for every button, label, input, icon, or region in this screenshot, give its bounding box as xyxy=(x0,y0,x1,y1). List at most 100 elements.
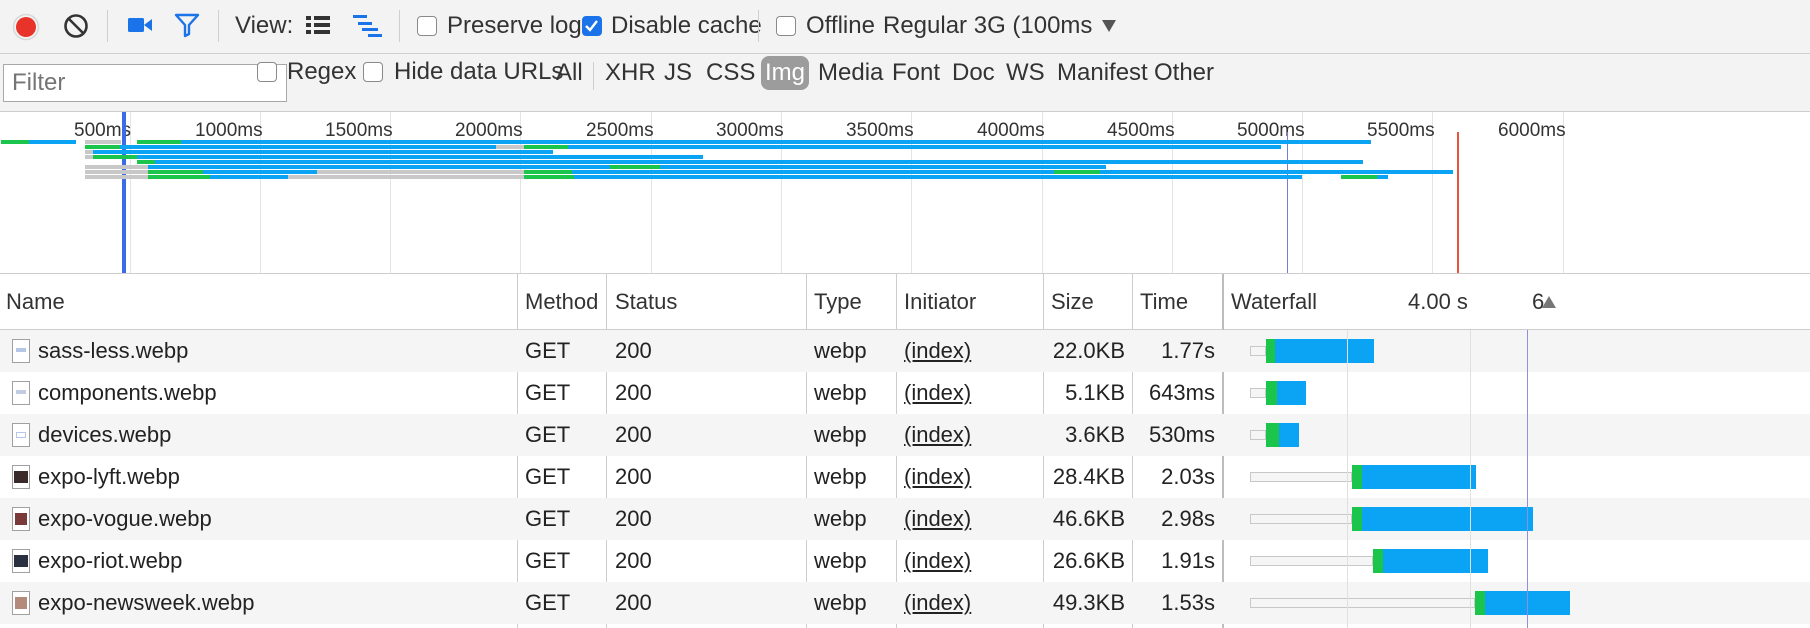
waterfall-view-button[interactable] xyxy=(352,11,384,39)
table-row[interactable]: expo-lyft.webp GET 200 webp (index) 28.4… xyxy=(0,456,1810,498)
overview-bar xyxy=(660,165,1106,169)
list-view-button[interactable] xyxy=(305,13,331,37)
column-header-time[interactable]: Time xyxy=(1140,274,1188,330)
request-initiator[interactable]: (index) xyxy=(904,414,971,456)
overview-bar xyxy=(148,170,203,174)
regex-label[interactable]: Regex xyxy=(287,58,356,86)
column-header-initiator[interactable]: Initiator xyxy=(904,274,976,330)
waterfall-download xyxy=(1279,423,1299,447)
hide-data-urls-label[interactable]: Hide data URLs xyxy=(394,58,563,86)
request-initiator[interactable]: (index) xyxy=(904,540,971,582)
column-header-waterfall[interactable]: Waterfall xyxy=(1231,274,1317,330)
request-status: 200 xyxy=(615,422,652,447)
overview-bar xyxy=(524,170,572,174)
image-thumbnail-icon xyxy=(12,591,30,615)
filter-type-js[interactable]: JS xyxy=(660,56,696,90)
table-row[interactable]: expo-vogue.webp GET 200 webp (index) 46.… xyxy=(0,498,1810,540)
waterfall-queue xyxy=(1250,514,1352,524)
filter-type-media[interactable]: Media xyxy=(814,56,887,90)
table-row[interactable]: devices.webp GET 200 webp (index) 3.6KB … xyxy=(0,414,1810,456)
waterfall-grid-line xyxy=(1347,330,1348,628)
overview-bar xyxy=(137,160,155,164)
request-initiator[interactable]: (index) xyxy=(904,498,971,540)
disable-cache-label[interactable]: Disable cache xyxy=(611,12,762,40)
overview-bar xyxy=(85,150,93,154)
overview-bar xyxy=(85,170,148,174)
waterfall-view-icon xyxy=(353,15,382,37)
request-size: 49.3KB xyxy=(1052,590,1125,615)
overview-bar xyxy=(148,165,610,169)
overview-bar xyxy=(317,170,524,174)
filter-icon xyxy=(174,13,200,38)
filter-type-ws[interactable]: WS xyxy=(1002,56,1049,90)
network-overview[interactable]: 500ms 1000ms 1500ms 2000ms 2500ms 3000ms… xyxy=(0,112,1810,274)
filter-toggle-button[interactable] xyxy=(174,12,200,38)
view-label: View: xyxy=(235,12,294,39)
column-header-size[interactable]: Size xyxy=(1051,274,1094,330)
offline-label[interactable]: Offline xyxy=(806,12,875,40)
request-size: 22.0KB xyxy=(1052,338,1125,363)
request-type: webp xyxy=(814,464,867,489)
load-marker xyxy=(1457,132,1459,273)
checkmark-icon xyxy=(585,20,598,32)
record-button[interactable] xyxy=(12,13,40,41)
offline-checkbox[interactable] xyxy=(776,16,796,36)
request-status: 200 xyxy=(615,464,652,489)
disable-cache-checkbox[interactable] xyxy=(582,16,602,36)
overview-tick: 5000ms xyxy=(1237,120,1305,141)
filter-type-font[interactable]: Font xyxy=(888,56,944,90)
image-thumbnail-icon xyxy=(12,381,30,405)
timeline-marker xyxy=(1287,132,1288,273)
table-row[interactable]: expo-newsweek.webp GET 200 webp (index) … xyxy=(0,582,1810,624)
request-initiator[interactable]: (index) xyxy=(904,330,971,372)
request-method: GET xyxy=(525,548,571,573)
filter-type-other[interactable]: Other xyxy=(1150,56,1218,90)
request-initiator[interactable]: (index) xyxy=(904,456,971,498)
waterfall-grid-line xyxy=(1470,330,1471,628)
filter-divider xyxy=(593,62,594,90)
filter-type-css[interactable]: CSS xyxy=(702,56,759,90)
request-type: webp xyxy=(814,422,867,447)
screenshot-button[interactable] xyxy=(127,14,153,36)
waterfall-download xyxy=(1277,381,1306,405)
table-row[interactable]: components.webp GET 200 webp (index) 5.1… xyxy=(0,372,1810,414)
request-initiator[interactable]: (index) xyxy=(904,372,971,414)
hide-data-urls-checkbox[interactable] xyxy=(363,62,383,82)
request-name: expo-lyft.webp xyxy=(38,464,180,489)
column-header-status[interactable]: Status xyxy=(615,274,677,330)
request-status: 200 xyxy=(615,590,652,615)
overview-tick: 1000ms xyxy=(195,120,263,141)
table-row[interactable]: expo-riot.webp GET 200 webp (index) 26.6… xyxy=(0,540,1810,582)
overview-tick: 2500ms xyxy=(586,120,654,141)
request-time: 1.91s xyxy=(1161,548,1215,573)
clear-button[interactable] xyxy=(63,13,89,39)
request-type: webp xyxy=(814,380,867,405)
toolbar-divider xyxy=(107,10,108,42)
filter-type-doc[interactable]: Doc xyxy=(948,56,999,90)
filter-type-img[interactable]: Img xyxy=(761,56,810,90)
request-type: webp xyxy=(814,548,867,573)
filter-type-all[interactable]: All xyxy=(552,56,587,90)
request-method: GET xyxy=(525,506,571,531)
overview-tick: 3500ms xyxy=(846,120,914,141)
request-size: 26.6KB xyxy=(1052,548,1125,573)
filter-type-manifest[interactable]: Manifest xyxy=(1053,56,1152,90)
request-type: webp xyxy=(814,590,867,615)
table-row[interactable]: sass-less.webp GET 200 webp (index) 22.0… xyxy=(0,330,1810,372)
waterfall-waiting xyxy=(1373,549,1383,573)
request-name: devices.webp xyxy=(38,422,172,447)
filter-input[interactable] xyxy=(3,64,287,102)
preserve-log-checkbox[interactable] xyxy=(417,16,437,36)
throttling-select[interactable]: Regular 3G (100ms, 75 xyxy=(883,10,1123,42)
preserve-log-label[interactable]: Preserve log xyxy=(447,12,582,40)
sort-ascending-icon[interactable] xyxy=(1541,295,1557,309)
column-header-type[interactable]: Type xyxy=(814,274,862,330)
column-header-method[interactable]: Method xyxy=(525,274,598,330)
column-header-name[interactable]: Name xyxy=(6,274,65,330)
filter-type-xhr[interactable]: XHR xyxy=(601,56,660,90)
request-initiator[interactable]: (index) xyxy=(904,582,971,624)
clear-icon xyxy=(64,14,88,38)
overview-bar xyxy=(155,160,1363,164)
regex-checkbox[interactable] xyxy=(257,62,277,82)
waterfall-waiting xyxy=(1352,465,1362,489)
